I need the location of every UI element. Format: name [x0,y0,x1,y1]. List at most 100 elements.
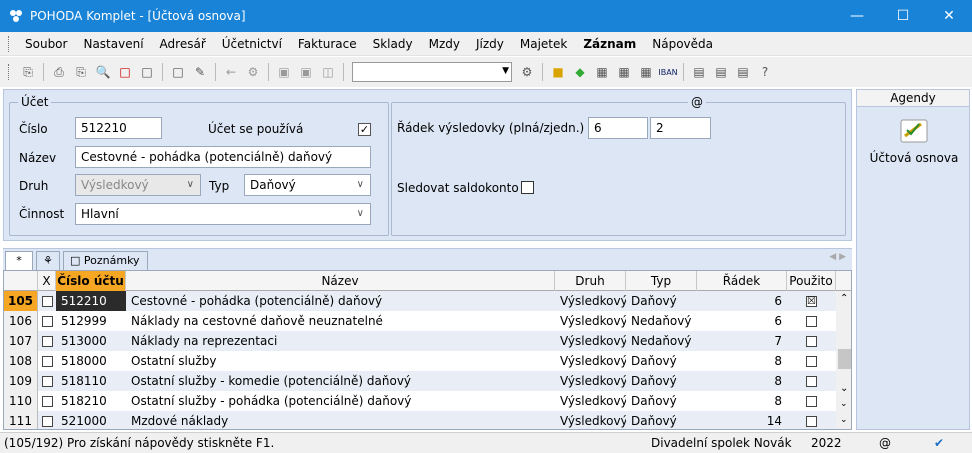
typ-select[interactable]: Daňový ∨ [244,174,371,196]
radek-plna-field[interactable]: 6 [588,117,648,139]
new-record-icon[interactable]: □ [168,62,188,82]
settings-icon[interactable]: ⚙ [243,62,263,82]
col-nazev[interactable]: Název [126,271,555,291]
menu-napoveda[interactable]: Nápověda [644,33,721,55]
nazev-field[interactable]: Cestovné - pohádka (potenciálně) daňový [75,146,371,168]
maximize-icon[interactable]: ☐ [880,0,926,32]
scroll-up-icon[interactable]: ⌃ [840,293,848,304]
switch-agenda-icon[interactable]: ⎘ [18,62,38,82]
druh-select[interactable]: Výsledkový ∨ [75,174,201,196]
help-icon[interactable]: ? [755,62,775,82]
saldo-checkbox[interactable] [521,181,534,194]
pouzito-checkbox[interactable] [806,336,817,347]
card-icon[interactable]: ▤ [733,62,753,82]
cell-pouzito[interactable] [787,351,836,371]
row-select-checkbox[interactable] [38,331,56,351]
menu-soubor[interactable]: Soubor [17,33,75,55]
save-copy-icon[interactable]: ▣ [296,62,316,82]
tabs-scroll-icon[interactable]: ◀ ▶ [829,252,846,262]
scroll-down-icon[interactable]: ⌄ [840,383,848,394]
menu-ucetnictvi[interactable]: Účetnictví [214,33,290,55]
cell-druh: Výsledkový [560,334,626,348]
pdf-icon[interactable]: □ [115,62,135,82]
row-select-checkbox[interactable] [38,351,56,371]
cell-pouzito[interactable] [787,391,836,411]
table-row[interactable]: 105 512210 Cestovné - pohádka (potenciálně… [4,291,836,311]
cell-pouzito[interactable] [787,311,836,331]
col-row-number [4,271,38,291]
list-icon[interactable]: ▤ [689,62,709,82]
cell-pouzito[interactable] [787,411,836,429]
calendar-icon[interactable]: ▦ [592,62,612,82]
iban-icon[interactable]: IBAN [658,62,678,82]
table-row[interactable]: 106 512999 Náklady na cestovné daňově neuz… [4,311,836,331]
table-row[interactable]: 108 518000 Ostatní služby Výsledkový Daňový 8 [4,351,836,371]
agenda-item-ucetni-osnova[interactable]: Účtová osnova [857,151,971,165]
table-icon[interactable]: ▦ [636,62,656,82]
pouzito-checkbox[interactable] [806,356,817,367]
menu-fakturace[interactable]: Fakturace [290,33,365,55]
col-pouzito[interactable]: Použito [787,271,836,291]
cinnost-select[interactable]: Hlavní ∨ [75,203,371,225]
calculator-icon[interactable]: ▦ [614,62,634,82]
tab-star[interactable]: * [5,251,33,271]
menu-mzdy[interactable]: Mzdy [421,33,468,55]
pouziva-checkbox[interactable]: ✓ [358,123,371,136]
form-icon[interactable]: ▤ [711,62,731,82]
minimize-icon[interactable]: — [834,0,880,32]
cell-pouzito[interactable]: ☒ [787,291,836,311]
money-icon[interactable]: ◆ [570,62,590,82]
col-cislo[interactable]: Číslo účtu [56,271,126,291]
pouzito-checkbox[interactable]: ☒ [806,296,817,307]
table-row[interactable]: 110 518210 Ostatní služby - pohádka (poten… [4,391,836,411]
cislo-field[interactable]: 512210 [75,117,162,139]
save-icon[interactable]: ▣ [274,62,294,82]
table-row[interactable]: 107 513000 Náklady na reprezentaci Výsledko… [4,331,836,351]
col-druh[interactable]: Druh [555,271,626,291]
col-x[interactable]: X [38,271,56,291]
preview-icon[interactable]: 🔍 [93,62,113,82]
toolbar-grip[interactable] [8,64,11,80]
row-select-checkbox[interactable] [38,411,56,429]
cell-pouzito[interactable] [787,331,836,351]
copy-icon[interactable]: ◫ [318,62,338,82]
scroll-page-down-icon[interactable]: ⌄ [840,399,848,409]
row-select-checkbox[interactable] [38,391,56,411]
col-radek[interactable]: Řádek [697,271,787,291]
menu-zaznam[interactable]: Záznam [575,33,644,55]
pouzito-checkbox[interactable] [806,416,817,427]
table-row[interactable]: 111 521000 Mzdové náklady Výsledkový Daňový 1… [4,411,836,429]
scroll-end-icon[interactable]: ⌄ [840,415,848,425]
back-icon[interactable]: ← [221,62,241,82]
separator [268,63,269,81]
row-select-checkbox[interactable] [38,371,56,391]
cell-pouzito[interactable] [787,371,836,391]
row-select-checkbox[interactable] [38,311,56,331]
tab-poznamky[interactable]: □ Poznámky [63,251,148,271]
menu-adresar[interactable]: Adresář [152,33,214,55]
menu-nastaveni[interactable]: Nastavení [75,33,151,55]
vertical-scrollbar[interactable]: ⌃ ⌄ ⌄ ⌄ [836,291,851,429]
menu-sklady[interactable]: Sklady [365,33,421,55]
accounts-icon[interactable] [897,116,931,146]
table-row[interactable]: 109 518110 Ostatní služby - komedie (poten… [4,371,836,391]
radek-zjedn-field[interactable]: 2 [650,117,711,139]
row-select-checkbox[interactable] [38,291,56,311]
filter-combo[interactable]: ▼ [352,62,512,82]
filter-icon[interactable]: ⚘ [36,251,60,271]
menu-grip[interactable] [8,35,11,52]
menu-jizdy[interactable]: Jízdy [468,33,512,55]
pouzito-checkbox[interactable] [806,396,817,407]
close-icon[interactable]: ✕ [926,0,972,32]
pouzito-checkbox[interactable] [806,376,817,387]
print-icon[interactable]: ⎙ [49,62,69,82]
export-icon[interactable]: □ [137,62,157,82]
col-typ[interactable]: Typ [626,271,697,291]
edit-icon[interactable]: ✎ [190,62,210,82]
scroll-thumb[interactable] [838,349,851,369]
folder-icon[interactable]: ■ [548,62,568,82]
menu-majetek[interactable]: Majetek [512,33,575,55]
print-setup-icon[interactable]: ⎘ [71,62,91,82]
clear-filter-icon[interactable]: ⚙ [517,62,537,82]
pouzito-checkbox[interactable] [806,316,817,327]
